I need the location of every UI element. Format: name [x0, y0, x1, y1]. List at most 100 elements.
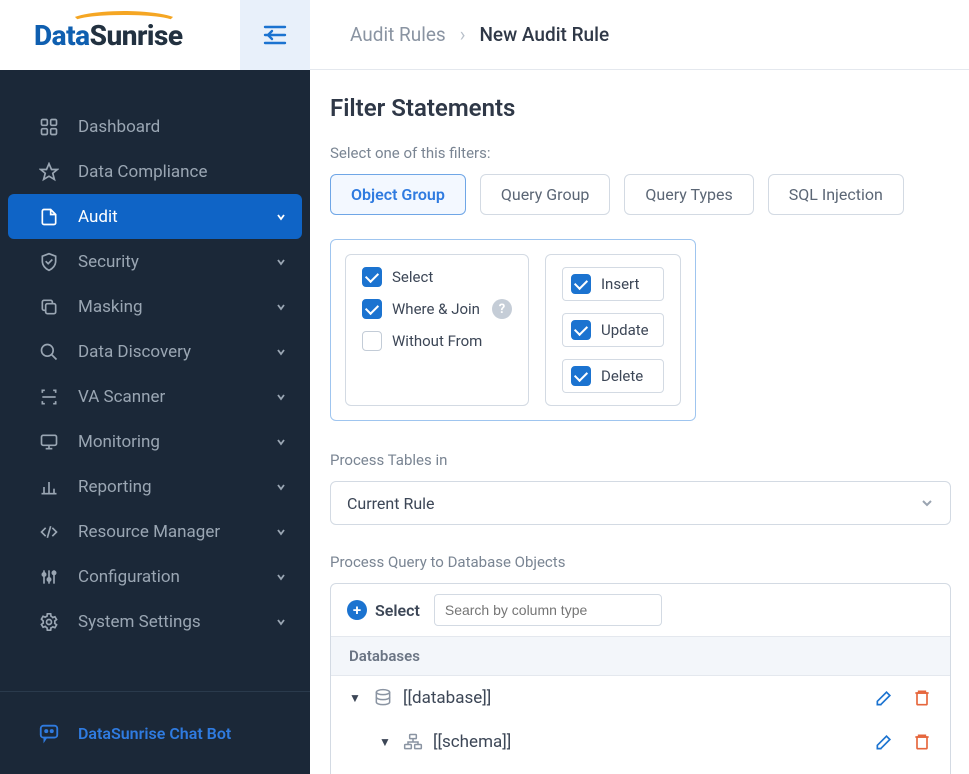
- star-icon: [36, 162, 62, 182]
- barchart-icon: [36, 477, 62, 497]
- chatbot-label: DataSunrise Chat Bot: [78, 724, 231, 743]
- sidebar-item-va-scanner[interactable]: VA Scanner: [0, 374, 310, 419]
- gear-icon: [36, 612, 62, 632]
- sidebar-item-configuration[interactable]: Configuration: [0, 554, 310, 599]
- sidebar-item-masking[interactable]: Masking: [0, 284, 310, 329]
- breadcrumb: Audit Rules › New Audit Rule: [310, 0, 969, 70]
- process-tables-select[interactable]: Current Rule: [330, 481, 951, 525]
- sidebar-item-label: Data Discovery: [78, 342, 276, 362]
- grid-icon: [36, 117, 62, 137]
- checkbox-icon: [362, 267, 382, 287]
- sidebar-item-label: Reporting: [78, 477, 276, 497]
- scan-icon: [36, 387, 62, 407]
- sidebar-item-system-settings[interactable]: System Settings: [0, 599, 310, 644]
- plus-icon: +: [347, 600, 367, 620]
- filter-subheading: Select one of this filters:: [330, 144, 951, 162]
- checkbox-without-from[interactable]: Without From: [362, 331, 512, 351]
- chevron-down-icon: [276, 257, 286, 267]
- help-icon[interactable]: ?: [492, 299, 512, 319]
- nav: Dashboard Data Compliance Audit SecurityMas…: [0, 70, 310, 673]
- checkbox-label: Select: [392, 268, 433, 286]
- checkbox-label: Without From: [392, 332, 482, 350]
- chevron-down-icon: [276, 617, 286, 627]
- checkbox-insert[interactable]: Insert: [562, 267, 664, 301]
- tree-row[interactable]: ▼ [[database]]: [331, 676, 950, 720]
- caret-icon[interactable]: ▼: [379, 735, 391, 749]
- sidebar-item-label: System Settings: [78, 612, 276, 632]
- tree-label: [[schema]]: [433, 732, 874, 752]
- caret-icon[interactable]: ▼: [349, 691, 361, 705]
- breadcrumb-current: New Audit Rule: [479, 23, 609, 46]
- chevron-down-icon: [276, 527, 286, 537]
- sidebar-item-label: Configuration: [78, 567, 276, 587]
- checkbox-icon: [362, 299, 382, 319]
- chevron-down-icon: [276, 392, 286, 402]
- select-objects-button[interactable]: + Select: [347, 600, 420, 620]
- sidebar-item-label: Monitoring: [78, 432, 276, 452]
- copy-icon: [36, 297, 62, 317]
- delete-icon[interactable]: [912, 688, 932, 708]
- page-icon: [36, 207, 62, 227]
- db-objects-table: + Select Databases ▼ [[database]] ▼ [[schem…: [330, 583, 951, 774]
- checkbox-label: Update: [601, 321, 649, 339]
- query-objects-label: Process Query to Database Objects: [330, 553, 951, 571]
- breadcrumb-parent[interactable]: Audit Rules: [350, 23, 446, 46]
- filter-right-column: Insert Update Delete: [545, 254, 681, 406]
- sidebar-item-security[interactable]: Security: [0, 239, 310, 284]
- checkbox-label: Delete: [601, 367, 643, 385]
- edit-icon[interactable]: [874, 732, 894, 752]
- db-icon: [373, 688, 393, 708]
- sidebar-item-label: VA Scanner: [78, 387, 276, 407]
- chat-icon: [36, 722, 62, 744]
- collapse-sidebar-button[interactable]: [240, 0, 310, 70]
- sidebar-item-label: Audit: [78, 207, 276, 227]
- checkbox-label: Insert: [601, 275, 639, 293]
- checkbox-where-join[interactable]: Where & Join?: [362, 299, 512, 319]
- chevron-down-icon: [920, 496, 934, 510]
- checkbox-icon: [571, 320, 591, 340]
- shield-icon: [36, 252, 62, 272]
- filter-tab-query-group[interactable]: Query Group: [480, 174, 611, 215]
- filter-tabs: Object Group Query Group Query Types SQL In…: [330, 174, 951, 215]
- filter-options-box: Select Where & Join? Without From Insert Up…: [330, 239, 696, 421]
- filter-left-column: Select Where & Join? Without From: [345, 254, 529, 406]
- chatbot-link[interactable]: DataSunrise Chat Bot: [0, 710, 310, 756]
- delete-icon[interactable]: [912, 732, 932, 752]
- brand-logo: DataSunrise: [0, 0, 240, 70]
- code-icon: [36, 522, 62, 542]
- sidebar-item-audit[interactable]: Audit: [8, 194, 302, 239]
- sidebar-item-data-compliance[interactable]: Data Compliance: [0, 149, 310, 194]
- sidebar-item-monitoring[interactable]: Monitoring: [0, 419, 310, 464]
- tree-row[interactable]: ▼ [[schema]]: [331, 720, 950, 764]
- checkbox-delete[interactable]: Delete: [562, 359, 664, 393]
- sidebar-item-label: Data Compliance: [78, 162, 286, 182]
- sidebar-item-dashboard[interactable]: Dashboard: [0, 104, 310, 149]
- sidebar-item-label: Resource Manager: [78, 522, 276, 542]
- db-table-header: Databases: [331, 637, 950, 676]
- checkbox-icon: [362, 331, 382, 351]
- chevron-down-icon: [276, 482, 286, 492]
- process-tables-label: Process Tables in: [330, 451, 951, 469]
- checkbox-update[interactable]: Update: [562, 313, 664, 347]
- sidebar: DataSunrise Dashboard Data Compliance Audi…: [0, 0, 310, 774]
- filter-tab-query-types[interactable]: Query Types: [624, 174, 753, 215]
- edit-icon[interactable]: [874, 688, 894, 708]
- sidebar-item-reporting[interactable]: Reporting: [0, 464, 310, 509]
- chevron-down-icon: [276, 572, 286, 582]
- column-type-search-input[interactable]: [434, 594, 662, 626]
- filter-tab-sql-injection[interactable]: SQL Injection: [768, 174, 904, 215]
- schema-icon: [403, 733, 423, 751]
- sidebar-item-data-discovery[interactable]: Data Discovery: [0, 329, 310, 374]
- chevron-down-icon: [276, 437, 286, 447]
- filter-tab-object-group[interactable]: Object Group: [330, 174, 466, 215]
- sliders-icon: [36, 567, 62, 587]
- search-icon: [36, 342, 62, 362]
- monitor-icon: [36, 432, 62, 452]
- checkbox-select[interactable]: Select: [362, 267, 512, 287]
- sidebar-item-label: Dashboard: [78, 117, 286, 137]
- sidebar-item-resource-manager[interactable]: Resource Manager: [0, 509, 310, 554]
- tree-row[interactable]: ▸test_collection: [331, 764, 950, 774]
- section-heading: Filter Statements: [330, 94, 951, 122]
- tree-label: [[database]]: [403, 688, 874, 708]
- chevron-down-icon: [276, 302, 286, 312]
